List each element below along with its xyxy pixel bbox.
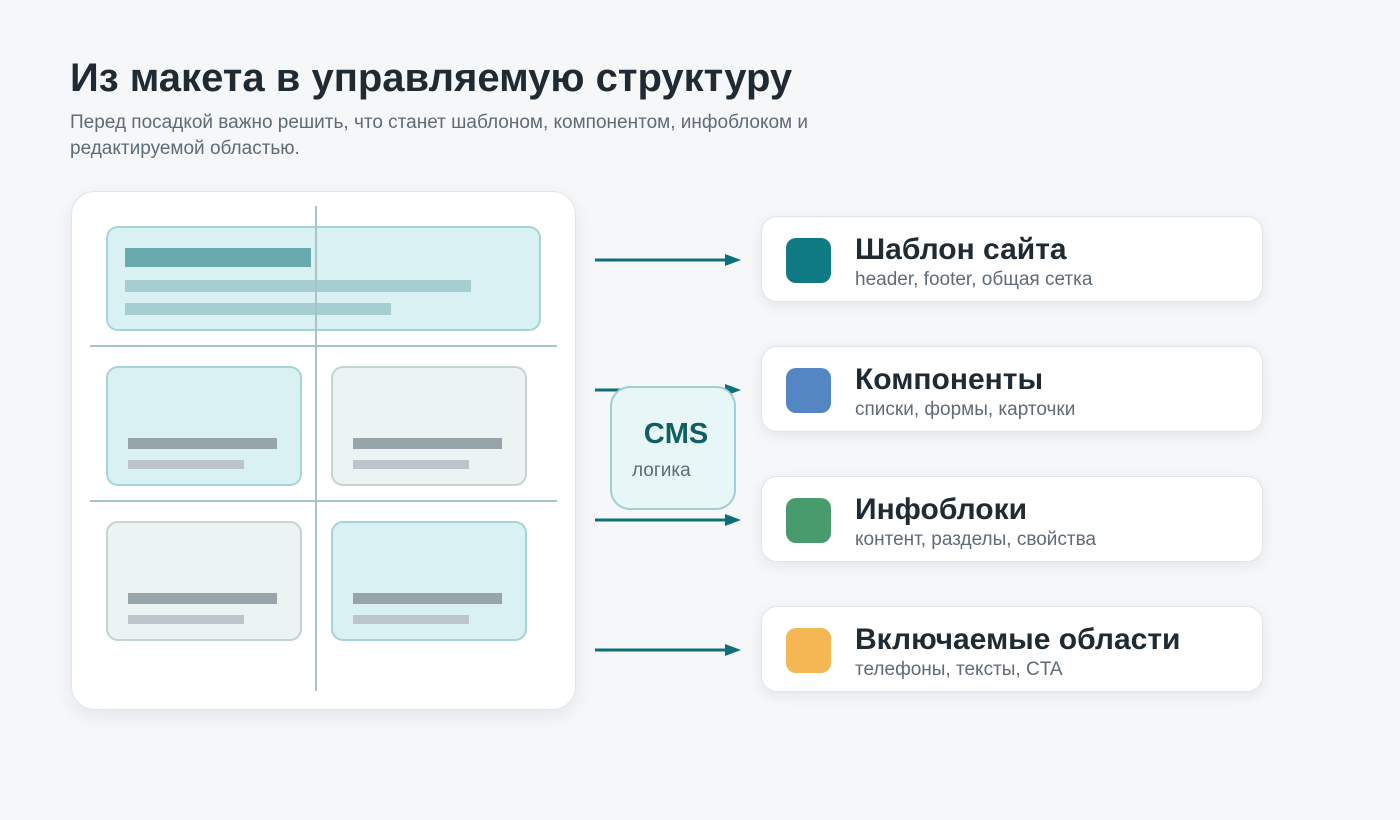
cms-title: CMS: [643, 418, 709, 450]
mockup-hero-heading-bar: [125, 248, 311, 267]
layout-mockup: [71, 191, 576, 710]
arrow-right-icon: [595, 644, 741, 656]
mockup-guide-line-vertical: [315, 206, 317, 691]
mockup-card: [331, 366, 527, 486]
arrow-right-icon: [595, 514, 741, 526]
card-infoblocks: Инфоблоки контент, разделы, свойства: [761, 476, 1263, 562]
mockup-card-text-bar: [128, 460, 244, 469]
mockup-card: [331, 521, 527, 641]
cms-subtitle: логика: [632, 460, 691, 481]
card-subtitle: контент, разделы, свойства: [855, 529, 1097, 550]
mockup-guide-line-horizontal: [90, 500, 557, 502]
mockup-guide-line-horizontal: [90, 345, 557, 347]
mockup-card-title-bar: [353, 593, 502, 604]
mockup-card-title-bar: [128, 593, 277, 604]
card-included-areas: Включаемые области телефоны, тексты, CTA: [761, 606, 1263, 692]
card-title: Компоненты: [855, 363, 1044, 396]
color-swatch: [786, 368, 831, 413]
mockup-hero-block: [106, 226, 541, 331]
mockup-card-title-bar: [353, 438, 502, 449]
mockup-card-text-bar: [353, 615, 469, 624]
color-swatch: [786, 628, 831, 673]
card-components: Компоненты списки, формы, карточки: [761, 346, 1263, 432]
card-title: Инфоблоки: [855, 493, 1028, 526]
color-swatch: [786, 238, 831, 283]
card-title: Включаемые области: [855, 623, 1181, 656]
mockup-card-text-bar: [353, 460, 469, 469]
mockup-hero-text-bar: [125, 280, 471, 292]
mockup-card: [106, 521, 302, 641]
arrow-right-icon: [595, 254, 741, 266]
card-subtitle: списки, формы, карточки: [855, 399, 1076, 420]
mockup-card-text-bar: [128, 615, 244, 624]
page-subtitle: Перед посадкой важно решить, что станет …: [70, 112, 809, 159]
cms-logic-node: CMS логика: [610, 386, 736, 510]
card-subtitle: телефоны, тексты, CTA: [855, 659, 1063, 680]
card-subtitle: header, footer, общая сетка: [855, 269, 1093, 290]
mockup-card-title-bar: [128, 438, 277, 449]
card-title: Шаблон сайта: [855, 233, 1067, 266]
mockup-card: [106, 366, 302, 486]
color-swatch: [786, 498, 831, 543]
card-site-template: Шаблон сайта header, footer, общая сетка: [761, 216, 1263, 302]
page-title: Из макета в управляемую структуру: [70, 56, 793, 100]
mockup-hero-text-bar: [125, 303, 391, 315]
